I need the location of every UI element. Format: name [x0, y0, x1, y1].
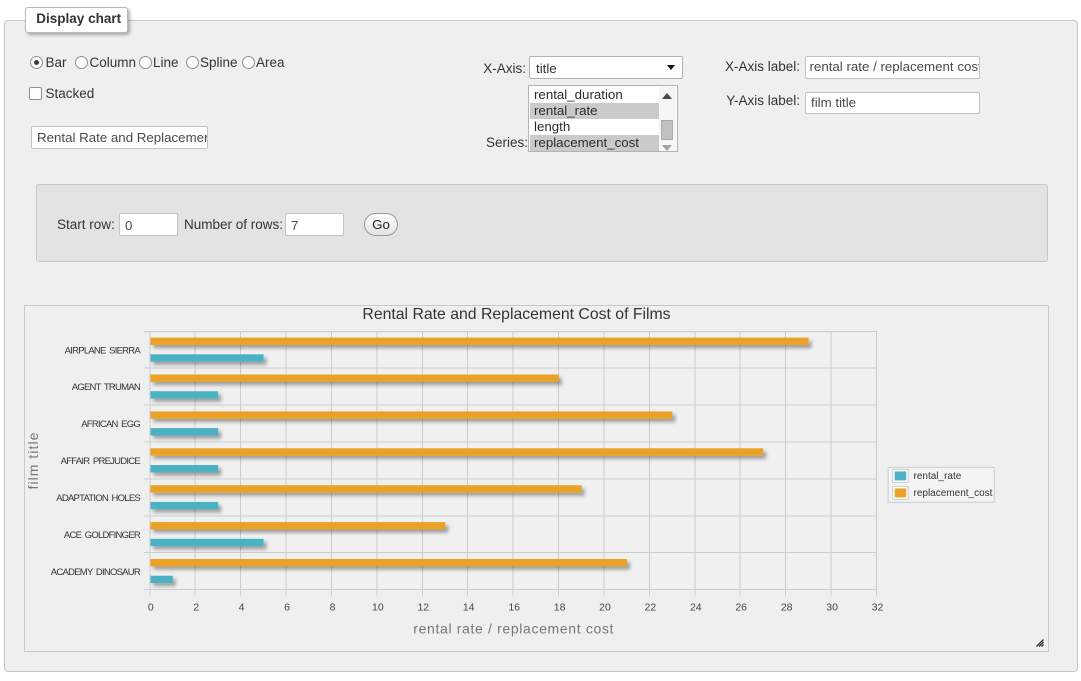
svg-text:2: 2 — [193, 602, 199, 614]
svg-text:14: 14 — [463, 602, 475, 614]
svg-text:16: 16 — [508, 602, 520, 614]
svg-text:20: 20 — [599, 602, 611, 614]
svg-text:4: 4 — [239, 602, 245, 614]
svg-text:replacement_cost: replacement_cost — [914, 488, 993, 499]
svg-text:AGENT TRUMAN: AGENT TRUMAN — [72, 382, 141, 393]
svg-text:rental_rate: rental_rate — [914, 471, 962, 482]
svg-text:18: 18 — [554, 602, 566, 614]
svg-text:ACE GOLDFINGER: ACE GOLDFINGER — [64, 530, 141, 541]
svg-text:AFRICAN EGG: AFRICAN EGG — [81, 419, 140, 430]
svg-text:AIRPLANE SIERRA: AIRPLANE SIERRA — [65, 345, 142, 356]
svg-text:ACADEMY DINOSAUR: ACADEMY DINOSAUR — [51, 567, 141, 578]
svg-text:6: 6 — [284, 602, 290, 614]
svg-text:rental rate / replacement cost: rental rate / replacement cost — [413, 621, 614, 637]
svg-text:12: 12 — [417, 602, 429, 614]
svg-text:Rental Rate and Replacement Co: Rental Rate and Replacement Cost of Film… — [362, 306, 670, 323]
svg-text:AFFAIR PREJUDICE: AFFAIR PREJUDICE — [61, 456, 141, 467]
svg-text:26: 26 — [735, 602, 747, 614]
svg-text:22: 22 — [645, 602, 657, 614]
svg-text:10: 10 — [372, 602, 384, 614]
svg-text:28: 28 — [781, 602, 793, 614]
svg-text:ADAPTATION HOLES: ADAPTATION HOLES — [56, 493, 140, 504]
svg-text:0: 0 — [148, 602, 154, 614]
svg-text:24: 24 — [690, 602, 702, 614]
svg-text:32: 32 — [872, 602, 884, 614]
svg-text:8: 8 — [330, 602, 336, 614]
svg-text:film title: film title — [25, 432, 41, 490]
svg-text:30: 30 — [826, 602, 838, 614]
